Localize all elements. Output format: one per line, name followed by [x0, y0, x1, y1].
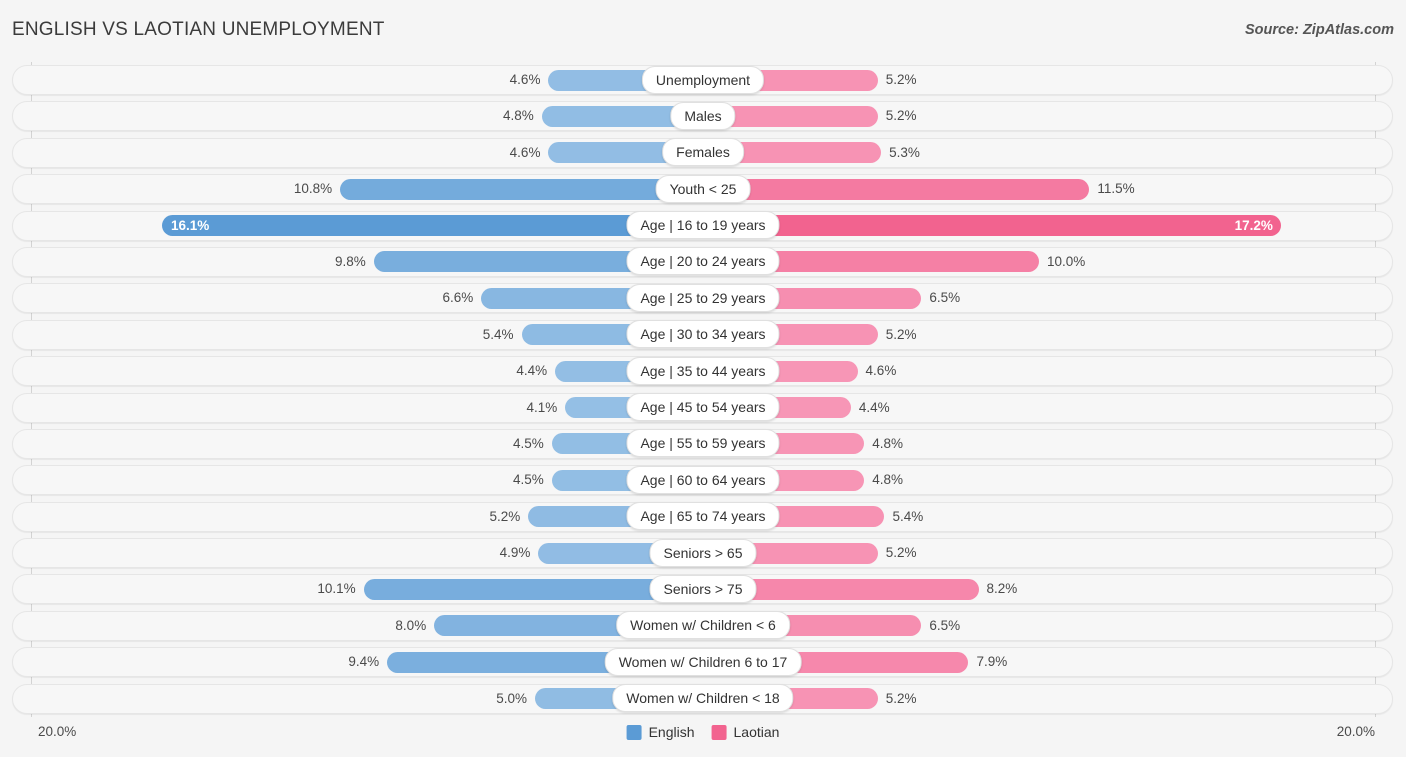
category-label[interactable]: Age | 45 to 54 years: [626, 393, 780, 422]
chart-row[interactable]: 8.0% 6.5% Women w/ Children < 6: [0, 608, 1406, 644]
value-label-laotian: 5.2%: [885, 108, 917, 124]
value-label-laotian: 4.4%: [858, 399, 890, 415]
chart-row[interactable]: 6.6% 6.5% Age | 25 to 29 years: [0, 280, 1406, 316]
value-label-laotian: 4.8%: [872, 472, 904, 488]
chart-row[interactable]: 4.5% 4.8% Age | 60 to 64 years: [0, 462, 1406, 498]
category-label[interactable]: Seniors > 65: [649, 538, 757, 567]
value-label-english: 4.9%: [499, 545, 531, 561]
chart-row[interactable]: 5.0% 5.2% Women w/ Children < 18: [0, 681, 1406, 717]
value-label-english: 4.4%: [516, 363, 548, 379]
chart-row[interactable]: 9.8% 10.0% Age | 20 to 24 years: [0, 244, 1406, 280]
category-label[interactable]: Age | 25 to 29 years: [626, 283, 780, 312]
chart-row[interactable]: 4.8% 5.2% Males: [0, 98, 1406, 134]
chart-plot-area: 4.6% 5.2% Unemployment 4.8% 5.2% Males 4.6% 5.3…: [0, 62, 1406, 717]
value-label-english: 4.1%: [526, 399, 558, 415]
category-label[interactable]: Females: [662, 138, 744, 167]
category-label[interactable]: Women w/ Children 6 to 17: [604, 647, 802, 676]
bar-laotian: [703, 215, 1281, 237]
legend-item-english[interactable]: English: [626, 724, 695, 740]
category-label[interactable]: Youth < 25: [655, 174, 751, 203]
category-label[interactable]: Seniors > 75: [649, 574, 757, 603]
category-label[interactable]: Age | 35 to 44 years: [626, 356, 780, 385]
chart-row[interactable]: 4.9% 5.2% Seniors > 65: [0, 535, 1406, 571]
value-label-english: 6.6%: [442, 290, 474, 306]
value-label-laotian: 4.8%: [872, 435, 904, 451]
value-label-laotian: 5.3%: [889, 144, 920, 160]
category-label[interactable]: Unemployment: [641, 65, 765, 94]
value-label-english: 16.1%: [171, 217, 210, 233]
chart-legend: English Laotian: [626, 724, 779, 740]
value-label-english: 8.0%: [395, 617, 427, 633]
value-label-laotian: 8.2%: [986, 581, 1018, 597]
chart-rows: 4.6% 5.2% Unemployment 4.8% 5.2% Males 4.6% 5.3…: [0, 62, 1406, 717]
legend-label: English: [648, 724, 695, 740]
value-label-english: 10.8%: [293, 181, 333, 197]
category-label[interactable]: Women w/ Children < 18: [612, 684, 794, 713]
chart-footer: 20.0% English Laotian 20.0%: [0, 717, 1406, 757]
bar-english: [162, 215, 703, 237]
source-label: Source: ZipAtlas.com: [1244, 22, 1394, 38]
chart-row[interactable]: 4.5% 4.8% Age | 55 to 59 years: [0, 426, 1406, 462]
value-label-laotian: 5.2%: [885, 72, 917, 87]
value-label-laotian: 10.0%: [1047, 253, 1086, 269]
value-label-english: 5.4%: [482, 326, 514, 342]
value-label-laotian: 4.6%: [865, 363, 897, 379]
value-label-english: 4.8%: [502, 108, 534, 124]
category-label[interactable]: Women w/ Children < 6: [616, 611, 790, 640]
chart-row[interactable]: 9.4% 7.9% Women w/ Children 6 to 17: [0, 644, 1406, 680]
chart-header: ENGLISH VS LAOTIAN UNEMPLOYMENT Source: …: [0, 0, 1406, 62]
value-label-laotian: 6.5%: [929, 290, 961, 306]
value-label-english: 4.5%: [513, 472, 544, 488]
category-label[interactable]: Age | 65 to 74 years: [626, 502, 780, 531]
legend-label: Laotian: [733, 724, 780, 740]
axis-max-label: 20.0%: [1336, 724, 1375, 739]
chart-row[interactable]: 4.4% 4.6% Age | 35 to 44 years: [0, 353, 1406, 389]
value-label-laotian: 5.2%: [885, 690, 917, 706]
value-label-laotian: 11.5%: [1097, 181, 1135, 197]
value-label-laotian: 7.9%: [976, 654, 1008, 670]
category-label[interactable]: Age | 30 to 34 years: [626, 320, 780, 349]
category-label[interactable]: Age | 60 to 64 years: [626, 465, 780, 494]
value-label-laotian: 17.2%: [1234, 217, 1273, 233]
value-label-english: 5.0%: [496, 690, 527, 706]
value-label-laotian: 5.2%: [885, 326, 917, 342]
category-label[interactable]: Age | 55 to 59 years: [626, 429, 780, 458]
value-label-english: 9.8%: [334, 253, 366, 269]
bar-laotian: [703, 178, 1090, 200]
chart-row[interactable]: 5.2% 5.4% Age | 65 to 74 years: [0, 499, 1406, 535]
bar-english: [340, 178, 703, 200]
value-label-english: 5.2%: [489, 508, 521, 524]
chart-row[interactable]: 4.6% 5.2% Unemployment: [0, 62, 1406, 98]
value-label-laotian: 6.5%: [929, 617, 961, 633]
axis-min-label: 20.0%: [38, 724, 77, 739]
category-label[interactable]: Males: [670, 101, 736, 130]
legend-swatch-icon: [711, 724, 727, 740]
value-label-english: 4.6%: [509, 144, 541, 160]
page-title: ENGLISH VS LAOTIAN UNEMPLOYMENT: [12, 19, 385, 40]
chart-row[interactable]: 5.4% 5.2% Age | 30 to 34 years: [0, 317, 1406, 353]
chart-row[interactable]: 4.1% 4.4% Age | 45 to 54 years: [0, 390, 1406, 426]
value-label-laotian: 5.4%: [892, 508, 924, 524]
category-label[interactable]: Age | 20 to 24 years: [626, 247, 780, 276]
value-label-english: 10.1%: [317, 581, 356, 597]
legend-swatch-icon: [626, 724, 642, 740]
chart-row[interactable]: 16.1% 17.2% Age | 16 to 19 years: [0, 208, 1406, 244]
value-label-laotian: 5.2%: [885, 545, 917, 561]
value-label-english: 9.4%: [348, 654, 380, 670]
value-label-english: 4.5%: [513, 435, 544, 451]
value-label-english: 4.6%: [509, 72, 541, 87]
legend-item-laotian[interactable]: Laotian: [711, 724, 779, 740]
chart-row[interactable]: 4.6% 5.3% Females: [0, 135, 1406, 171]
category-label[interactable]: Age | 16 to 19 years: [626, 211, 780, 240]
chart-row[interactable]: 10.8% 11.5% Youth < 25: [0, 171, 1406, 207]
chart-row[interactable]: 10.1% 8.2% Seniors > 75: [0, 571, 1406, 607]
